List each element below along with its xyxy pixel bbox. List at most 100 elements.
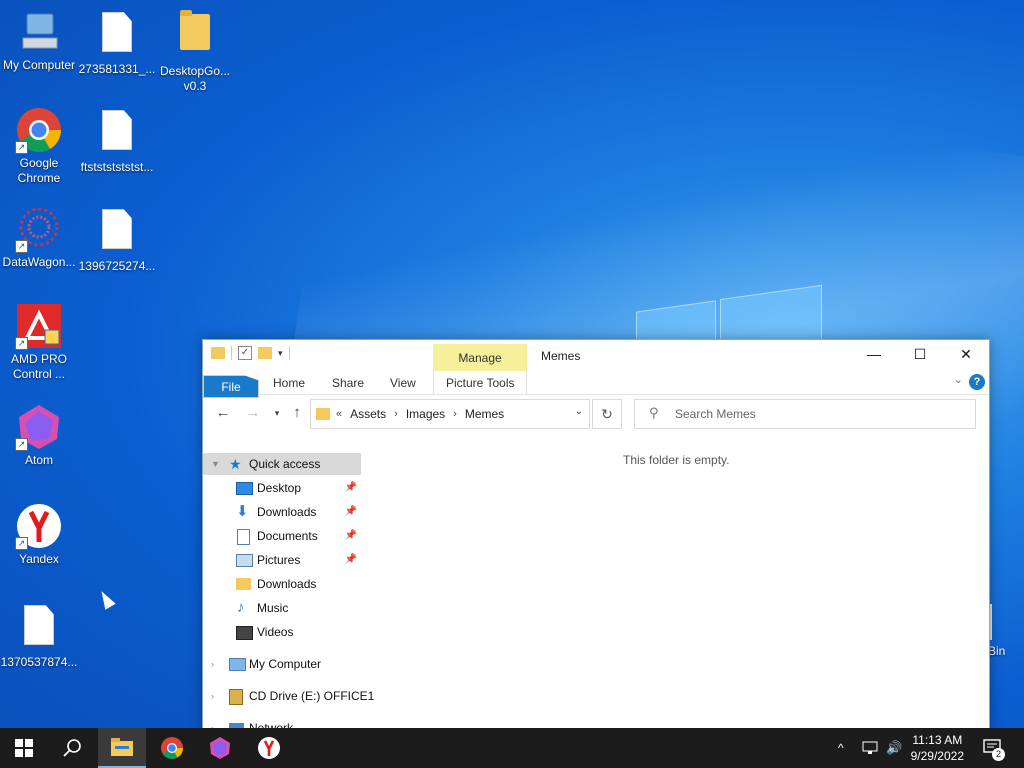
nav-label: Documents <box>257 529 318 543</box>
nav-quick-access[interactable]: ▼ ★ Quick access <box>203 453 361 475</box>
tab-picture-tools[interactable]: Picture Tools <box>433 371 528 394</box>
file-icon <box>93 209 141 257</box>
tab-home[interactable]: Home <box>261 371 317 394</box>
nav-item-downloads-folder[interactable]: Downloads <box>203 573 361 595</box>
desktop-icon <box>236 482 253 495</box>
customize-qat-icon[interactable]: ▾ <box>278 348 283 359</box>
desktop-icon-my-computer[interactable]: My Computer <box>0 8 78 73</box>
tab-file[interactable]: File <box>203 375 259 398</box>
tab-manage[interactable]: Manage <box>433 344 527 371</box>
nav-item-music[interactable]: ♪ Music <box>203 597 361 619</box>
file-explorer-window: ✓ ▾ Manage Memes — ☐ ✕ File Home Share V… <box>202 339 990 730</box>
back-button[interactable]: ← <box>213 403 233 423</box>
pin-icon[interactable]: 📌 <box>345 549 357 571</box>
minimize-button[interactable]: — <box>851 340 897 371</box>
desktop-icon-atom[interactable]: ↗ Atom <box>0 403 78 468</box>
cd-drive-icon <box>229 689 243 705</box>
nav-cd-drive[interactable]: › CD Drive (E:) OFFICE1 <box>203 685 374 707</box>
address-bar[interactable]: « Assets › Images › Memes ⌄ <box>310 399 590 429</box>
desktop-icon-amd-pro[interactable]: ↗ AMD PRO Control ... <box>0 302 78 382</box>
desktop-icon-file-ftst[interactable]: ftstststststst... <box>78 106 156 175</box>
recent-locations-button[interactable]: ▾ <box>267 403 287 423</box>
taskbar-atom[interactable] <box>196 728 244 768</box>
nav-item-documents[interactable]: Documents 📌 <box>203 525 361 547</box>
breadcrumb-assets[interactable]: Assets <box>350 407 386 421</box>
desktop-icon-file-1370537874[interactable]: 1370537874... <box>0 601 78 670</box>
amd-icon: ↗ <box>15 302 63 350</box>
close-button[interactable]: ✕ <box>943 340 989 371</box>
network-status-icon[interactable] <box>862 728 878 768</box>
shortcut-arrow-icon: ↗ <box>15 240 28 253</box>
chevron-down-icon[interactable]: ▼ <box>211 453 220 475</box>
address-overflow[interactable]: « <box>336 408 342 420</box>
desktop-icon-label: AMD PRO Control ... <box>10 352 67 381</box>
windows-icon <box>15 739 33 757</box>
navigation-bar: ← → ▾ ↑ « Assets › Images › Memes ⌄ ↻ ⚲ <box>203 397 989 431</box>
clock[interactable]: 11:13 AM 9/29/2022 <box>911 732 964 764</box>
action-center-button[interactable]: 2 <box>982 728 1005 768</box>
show-hidden-icons-button[interactable]: ^ <box>838 728 844 768</box>
desktop-icon-label: 1396725274... <box>78 259 156 273</box>
up-button[interactable]: ↑ <box>287 403 307 423</box>
breadcrumb-images[interactable]: Images <box>406 407 445 421</box>
datawagon-icon: ↗ <box>15 205 63 253</box>
taskbar-chrome[interactable] <box>148 728 196 768</box>
desktop-icon-file-1396725274[interactable]: 1396725274... <box>78 205 156 274</box>
desktop-icon-label: Bin <box>988 644 1006 658</box>
desktop-icon-label: 1370537874... <box>0 655 78 669</box>
pin-icon[interactable]: 📌 <box>345 525 357 547</box>
desktop-icon-file-273581331[interactable]: 273581331_... <box>78 8 156 77</box>
tab-view[interactable]: View <box>378 371 428 394</box>
title-bar: ✓ ▾ Manage Memes — ☐ ✕ <box>203 340 989 371</box>
nav-item-pictures[interactable]: Pictures 📌 <box>203 549 361 571</box>
yandex-icon <box>258 737 280 759</box>
nav-my-computer[interactable]: › My Computer <box>203 653 361 675</box>
desktop-icon-label: DesktopGo... v0.3 <box>159 64 231 93</box>
chrome-icon <box>161 737 183 759</box>
search-button[interactable] <box>48 728 96 768</box>
taskbar-file-explorer[interactable] <box>98 728 146 768</box>
desktop-icon-datawagon[interactable]: ↗ DataWagon... <box>0 205 78 270</box>
properties-icon[interactable]: ✓ <box>238 346 252 360</box>
desktop-icon-desktopgo[interactable]: DesktopGo... v0.3 <box>156 8 234 94</box>
maximize-button[interactable]: ☐ <box>897 340 943 371</box>
volume-icon[interactable]: 🔊 <box>886 728 902 768</box>
nav-item-desktop[interactable]: Desktop 📌 <box>203 477 361 499</box>
computer-icon <box>229 658 246 671</box>
search-icon <box>63 739 81 757</box>
star-icon: ★ <box>229 456 242 472</box>
expand-ribbon-icon[interactable]: ⌄ <box>954 373 963 386</box>
desktop-icon-label: DataWagon... <box>2 255 76 269</box>
nav-label: Downloads <box>257 505 317 519</box>
refresh-button[interactable]: ↻ <box>592 399 622 429</box>
search-input[interactable] <box>673 404 967 424</box>
notification-badge: 2 <box>992 748 1005 761</box>
desktop-icon-recycle-bin[interactable]: Bin <box>984 604 1024 658</box>
start-button[interactable] <box>0 728 48 768</box>
atom-icon <box>210 737 230 759</box>
nav-item-videos[interactable]: Videos <box>203 621 361 643</box>
file-explorer-icon <box>111 738 133 756</box>
search-box[interactable]: ⚲ <box>634 399 976 429</box>
breadcrumb-memes[interactable]: Memes <box>465 407 504 421</box>
tab-share[interactable]: Share <box>320 371 376 394</box>
search-icon: ⚲ <box>649 405 659 420</box>
folder-icon[interactable] <box>211 347 225 359</box>
desktop-icon-yandex[interactable]: ↗ Yandex <box>0 502 78 567</box>
chevron-right-icon[interactable]: › <box>211 685 214 707</box>
taskbar-yandex[interactable] <box>245 728 293 768</box>
pin-icon[interactable]: 📌 <box>345 501 357 523</box>
help-icon[interactable]: ? <box>969 374 985 390</box>
address-dropdown-icon[interactable]: ⌄ <box>575 406 583 417</box>
desktop-icon-google-chrome[interactable]: ↗ Google Chrome <box>0 106 78 186</box>
new-folder-icon[interactable] <box>258 347 272 359</box>
forward-button[interactable]: → <box>243 403 263 423</box>
desktop-icon-label: 273581331_... <box>78 62 156 76</box>
file-icon <box>93 110 141 158</box>
divider <box>288 346 290 360</box>
nav-label: Videos <box>257 625 294 639</box>
chevron-right-icon[interactable]: › <box>211 653 214 675</box>
nav-item-downloads[interactable]: ⬇ Downloads 📌 <box>203 501 361 523</box>
window-title: Memes <box>541 349 581 363</box>
pin-icon[interactable]: 📌 <box>345 477 357 499</box>
